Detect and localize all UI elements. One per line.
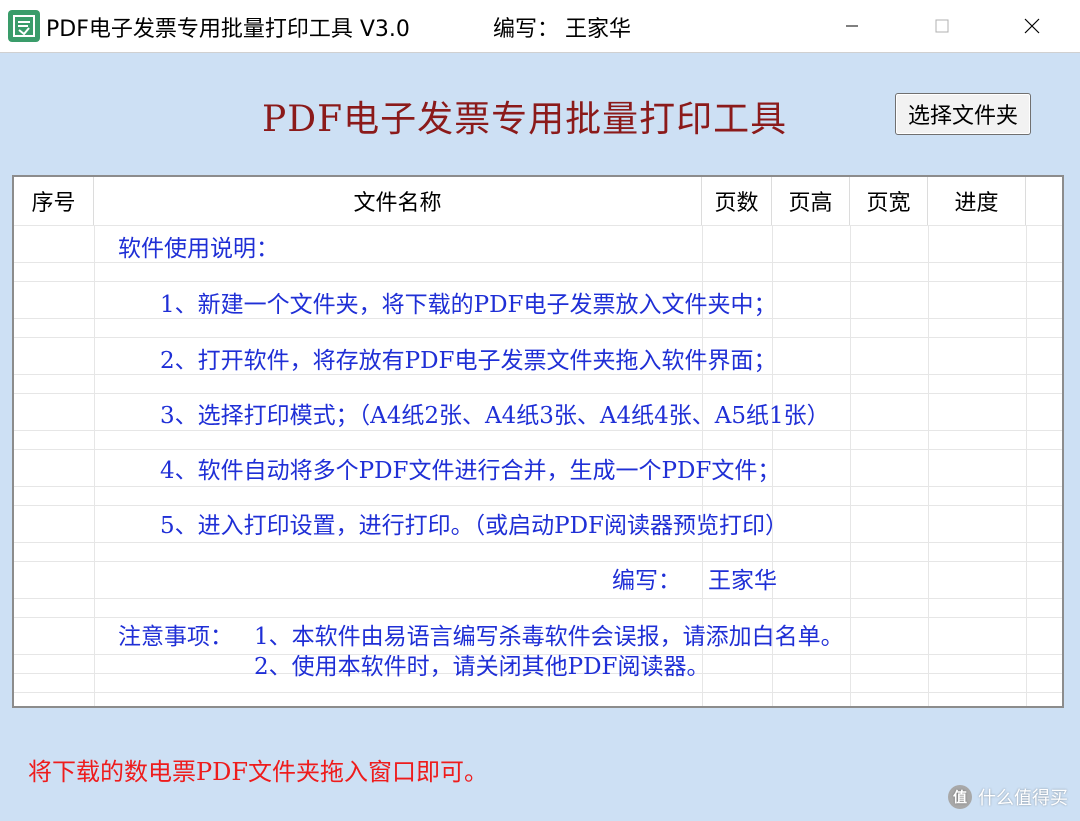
- grid-line: [14, 692, 1062, 693]
- grid-line: [14, 598, 1062, 599]
- instruction-step: 1、新建一个文件夹，将下载的PDF电子发票放入文件夹中；: [160, 292, 777, 318]
- column-header-pages[interactable]: 页数: [702, 177, 772, 225]
- grid-line: [928, 225, 929, 706]
- minimize-icon: [846, 25, 858, 27]
- grid-line: [14, 449, 1062, 450]
- grid-line: [14, 281, 1062, 282]
- instructions-author-label: 编写：: [612, 568, 681, 594]
- column-header-page-height[interactable]: 页高: [772, 177, 850, 225]
- instructions-author-name: 王家华: [708, 568, 777, 594]
- window-author-label: 编写：: [493, 17, 560, 42]
- minimize-button[interactable]: [812, 0, 892, 52]
- select-folder-button[interactable]: 选择文件夹: [895, 93, 1031, 135]
- grid-line: [14, 225, 1062, 226]
- watermark-text: 什么值得买: [978, 788, 1068, 809]
- grid-line: [94, 225, 95, 706]
- grid-line: [14, 337, 1062, 338]
- title-bar: PDF电子发票专用批量打印工具 V3.0 编写： 王家华: [0, 0, 1080, 53]
- instruction-step: 5、进入打印设置，进行打印。（或启动PDF阅读器预览打印）: [160, 513, 789, 539]
- instruction-step: 2、打开软件，将存放有PDF电子发票文件夹拖入软件界面；: [160, 348, 777, 374]
- notice-item: 2、使用本软件时，请关闭其他PDF阅读器。: [254, 654, 710, 680]
- file-list-table[interactable]: 序号 文件名称 页数 页高 页宽 进度 软件使用说明： 1、新建一个文件夹，将下…: [12, 175, 1064, 708]
- grid-line: [1026, 225, 1027, 706]
- window-title: PDF电子发票专用批量打印工具 V3.0: [46, 17, 410, 42]
- maximize-button[interactable]: [902, 0, 982, 52]
- close-icon: [1024, 18, 1040, 34]
- grid-line: [14, 561, 1062, 562]
- grid-line: [850, 225, 851, 706]
- notice-label: 注意事项：: [118, 624, 233, 650]
- grid-line: [14, 430, 1062, 431]
- main-heading: PDF电子发票专用批量打印工具: [262, 99, 788, 140]
- column-header-filename[interactable]: 文件名称: [94, 177, 702, 225]
- app-icon: [8, 10, 40, 42]
- close-button[interactable]: [992, 0, 1072, 52]
- watermark: 值 什么值得买: [948, 784, 1068, 810]
- instructions-title: 软件使用说明：: [118, 236, 279, 262]
- watermark-logo-icon: 值: [948, 785, 972, 809]
- window-author: 王家华: [565, 17, 632, 42]
- grid-line: [14, 393, 1062, 394]
- instruction-step: 3、选择打印模式；（A4纸2张、A4纸3张、A4纸4张、A5纸1张）: [160, 403, 830, 429]
- grid-line: [14, 486, 1062, 487]
- column-header-progress[interactable]: 进度: [928, 177, 1026, 225]
- maximize-icon: [935, 19, 949, 33]
- column-header-page-width[interactable]: 页宽: [850, 177, 928, 225]
- grid-line: [14, 542, 1062, 543]
- instruction-step: 4、软件自动将多个PDF文件进行合并，生成一个PDF文件；: [160, 458, 781, 484]
- column-header-index[interactable]: 序号: [14, 177, 94, 225]
- notice-item: 1、本软件由易语言编写杀毒软件会误报，请添加白名单。: [254, 624, 844, 650]
- drag-drop-hint: 将下载的数电票PDF文件夹拖入窗口即可。: [28, 758, 489, 786]
